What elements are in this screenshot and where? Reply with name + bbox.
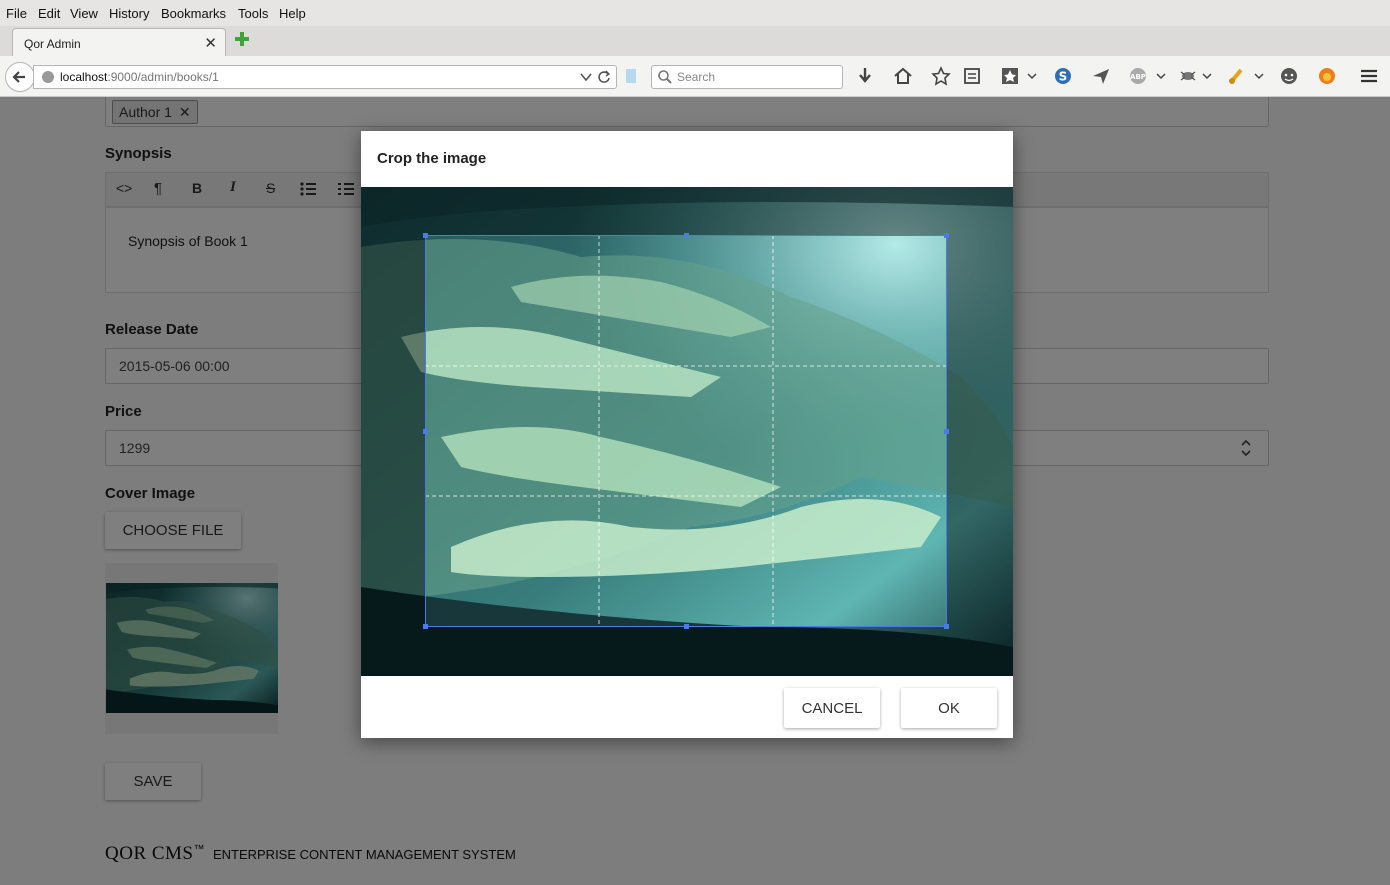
- reload-icon[interactable]: [597, 70, 611, 84]
- dialog-title: Crop the image: [377, 150, 487, 167]
- bookmarks-list-icon[interactable]: [962, 66, 982, 86]
- firefox-account-icon[interactable]: [1317, 66, 1337, 86]
- chevron-down-icon[interactable]: [1156, 66, 1176, 86]
- tab-strip: Qor Admin ✕: [0, 26, 1390, 57]
- svg-text:S: S: [1059, 70, 1068, 84]
- tab-title: Qor Admin: [24, 37, 81, 51]
- crop-handle-w[interactable]: [423, 429, 428, 434]
- menu-edit[interactable]: Edit: [38, 6, 60, 21]
- search-placeholder: Search: [677, 70, 716, 84]
- nav-toolbar: localhost:9000/admin/books/1 Search S AB…: [0, 56, 1390, 97]
- download-icon[interactable]: [855, 66, 875, 86]
- bookmark-star-icon[interactable]: [931, 66, 951, 86]
- chat-icon[interactable]: [1279, 66, 1299, 86]
- cancel-button[interactable]: CANCEL: [784, 688, 880, 728]
- globe-icon: [42, 71, 54, 83]
- crop-image-area[interactable]: [361, 187, 1013, 676]
- new-tab-icon[interactable]: [234, 31, 250, 47]
- crop-handle-s[interactable]: [684, 624, 689, 629]
- ok-button[interactable]: OK: [901, 688, 997, 728]
- crop-handle-e[interactable]: [944, 429, 949, 434]
- crop-handle-se[interactable]: [944, 624, 949, 629]
- search-bar[interactable]: Search: [651, 65, 843, 89]
- skype-icon[interactable]: S: [1053, 66, 1073, 86]
- crop-dialog: Crop the image CANCEL OK: [361, 131, 1013, 738]
- paint-brush-icon[interactable]: [1227, 66, 1247, 86]
- bug-icon[interactable]: [1178, 66, 1198, 86]
- url-text: localhost:9000/admin/books/1: [60, 70, 219, 84]
- crop-handle-n[interactable]: [684, 233, 689, 238]
- home-icon[interactable]: [893, 66, 913, 86]
- menu-bookmarks[interactable]: Bookmarks: [161, 6, 226, 21]
- menu-help[interactable]: Help: [279, 6, 306, 21]
- svg-text:ABP: ABP: [1130, 73, 1146, 81]
- back-button[interactable]: [5, 62, 35, 92]
- chevron-down-icon[interactable]: [1254, 66, 1274, 86]
- search-icon: [658, 70, 672, 84]
- back-arrow-icon: [12, 71, 25, 83]
- url-dropdown-icon[interactable]: [580, 72, 592, 82]
- menu-tools[interactable]: Tools: [238, 6, 268, 21]
- crop-handle-ne[interactable]: [944, 233, 949, 238]
- hamburger-menu-icon[interactable]: [1359, 66, 1379, 86]
- menubar: File Edit View History Bookmarks Tools H…: [0, 0, 1390, 26]
- chevron-down-icon[interactable]: [1202, 66, 1222, 86]
- menu-history[interactable]: History: [109, 6, 149, 21]
- menu-view[interactable]: View: [70, 6, 98, 21]
- chevron-down-icon[interactable]: [1027, 66, 1047, 86]
- menu-file[interactable]: File: [6, 6, 27, 21]
- browser-tab[interactable]: Qor Admin ✕: [12, 28, 226, 57]
- reader-icon[interactable]: [624, 66, 644, 86]
- send-icon[interactable]: [1091, 66, 1111, 86]
- adblock-icon[interactable]: ABP: [1128, 66, 1148, 86]
- crop-handle-nw[interactable]: [423, 233, 428, 238]
- close-tab-icon[interactable]: ✕: [204, 34, 217, 52]
- crop-handle-sw[interactable]: [423, 624, 428, 629]
- url-bar[interactable]: localhost:9000/admin/books/1: [33, 65, 617, 89]
- star-badge-icon[interactable]: [1000, 66, 1020, 86]
- crop-selection-box[interactable]: [423, 233, 949, 629]
